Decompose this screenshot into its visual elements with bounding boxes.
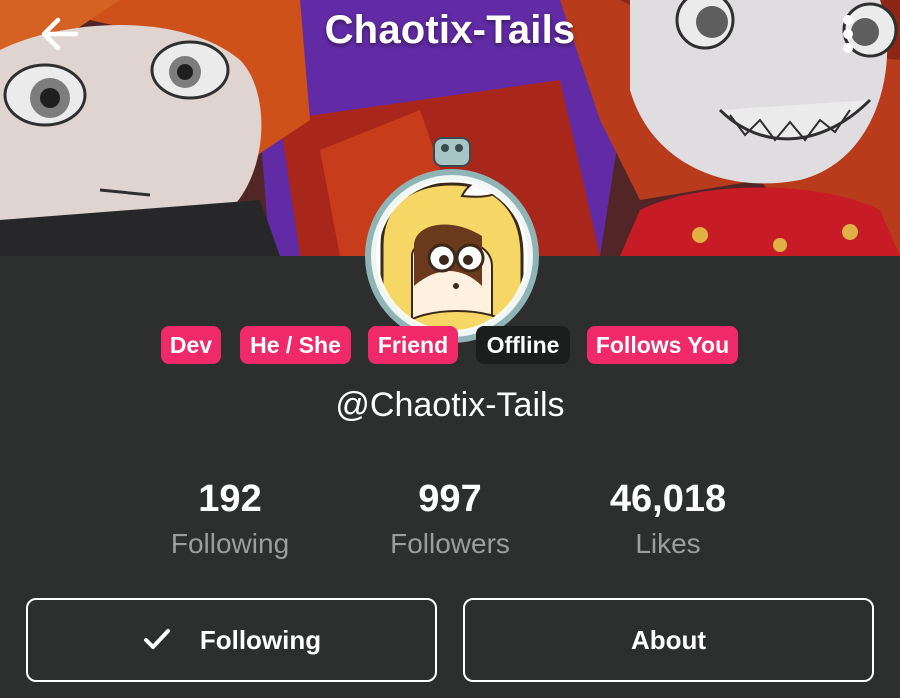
profile-handle: @Chaotix-Tails: [335, 386, 565, 424]
stat-likes[interactable]: 46,018 Likes: [558, 476, 778, 562]
stat-following[interactable]: 192 Following: [120, 476, 340, 562]
badge-dev: Dev: [161, 326, 221, 364]
about-button[interactable]: About: [463, 598, 874, 682]
arrow-left-icon: [41, 17, 79, 51]
likes-label: Likes: [635, 528, 701, 559]
profile-badges: Dev He / She Friend Offline Follows You: [0, 326, 900, 366]
back-button[interactable]: [36, 10, 84, 58]
checkmark-icon: [143, 629, 170, 650]
badge-follows-you: Follows You: [587, 326, 738, 364]
likes-count: 46,018: [609, 478, 727, 520]
followers-label: Followers: [390, 528, 510, 559]
badge-pronouns: He / She: [240, 326, 351, 364]
badge-friend: Friend: [368, 326, 458, 364]
following-label: Following: [170, 528, 290, 559]
more-options-button[interactable]: [828, 10, 868, 58]
followers-count: 997: [418, 478, 482, 520]
following-button-label: Following: [199, 625, 322, 655]
avatar-image: [365, 137, 539, 343]
badge-online-status: Offline: [476, 326, 570, 364]
following-count: 192: [198, 478, 262, 520]
page-title: Chaotix-Tails: [324, 8, 576, 52]
stat-followers[interactable]: 997 Followers: [340, 476, 560, 562]
about-button-label: About: [630, 625, 707, 655]
following-button[interactable]: Following: [26, 598, 437, 682]
more-vertical-icon: [843, 15, 853, 53]
avatar[interactable]: [342, 136, 562, 346]
